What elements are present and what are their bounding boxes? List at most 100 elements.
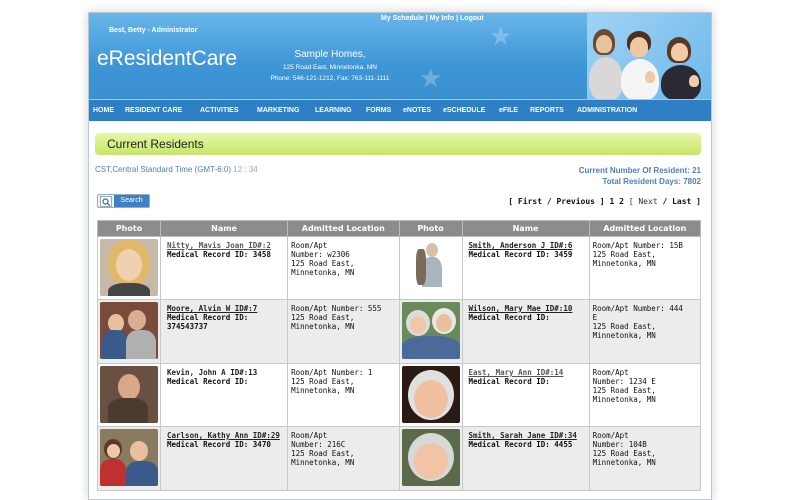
star-decoration-icon: ★ <box>489 21 513 51</box>
pagination: [ First / Previous ] 1 2 [ Next / Last ] <box>508 197 701 206</box>
table-row: Carlson, Kathy Ann ID#:29 Medical Record… <box>97 426 702 491</box>
nav-eschedule[interactable]: eSCHEDULE <box>443 107 485 114</box>
nav-administration[interactable]: ADMINISTRATION <box>577 107 637 114</box>
app-logo[interactable]: eResidentCare <box>97 47 237 71</box>
table-row: Kevin, John A ID#:13 Medical Record ID: … <box>97 363 702 427</box>
nav-activities[interactable]: ACTIVITIES <box>200 107 239 114</box>
location-line: 125 Road East, <box>291 377 355 386</box>
clock-text: 12 : 34 <box>233 165 258 174</box>
nav-forms[interactable]: FORMS <box>366 107 391 114</box>
photo-cell <box>97 363 161 427</box>
name-cell: Carlson, Kathy Ann ID#:29 Medical Record… <box>159 426 289 491</box>
search-icon <box>100 196 112 207</box>
table-row: Moore, Alvin W ID#:7 Medical Record ID: … <box>97 299 702 364</box>
my-info-link[interactable]: My Info <box>430 15 455 22</box>
residents-table: Photo Name Admitted Location Photo Name … <box>97 220 702 491</box>
location-line: Room/Apt Number: 15B <box>592 241 683 250</box>
location-line: Minnetonka, MN <box>291 458 355 467</box>
location-line: Minnetonka, MN <box>291 386 355 395</box>
col-admitted-location: Admitted Location <box>287 220 400 237</box>
name-cell: Wilson, Mary Mae ID#:10 Medical Record I… <box>461 299 590 364</box>
search-button-label: Search <box>114 195 149 207</box>
location-line: 125 Road East, <box>592 449 656 458</box>
col-admitted-location: Admitted Location <box>588 220 702 237</box>
resident-photo[interactable] <box>401 429 460 486</box>
logout-link[interactable]: Logout <box>460 15 484 22</box>
location-line: 125 Road East, <box>592 386 656 395</box>
location-line: Number: w2306 <box>291 250 350 259</box>
header-banner-photo <box>587 13 711 99</box>
medical-record-id: Medical Record ID: 3470 <box>167 440 271 449</box>
photo-cell <box>398 363 463 427</box>
location-line: Room/Apt Number: 444 <box>592 304 683 313</box>
top-links: My Schedule | My Info | Logout <box>381 15 484 22</box>
resident-name-link[interactable]: Smith, Sarah Jane ID#:34 <box>469 431 577 440</box>
photo-cell <box>398 426 463 491</box>
nav-marketing[interactable]: MARKETING <box>257 107 299 114</box>
photo-cell <box>398 236 463 300</box>
page-title-bar: Current Residents <box>95 133 701 155</box>
resident-photo[interactable] <box>401 302 460 359</box>
nav-home[interactable]: HOME <box>93 107 114 114</box>
name-cell: Smith, Sarah Jane ID#:34 Medical Record … <box>461 426 590 491</box>
last-link[interactable]: / Last ] <box>662 197 701 206</box>
search-button[interactable]: Search <box>97 194 150 208</box>
resident-photo[interactable] <box>100 429 158 486</box>
facility-phone: Phone: 546-121-1212, Fax: 763-111-1111 <box>270 75 390 82</box>
location-cell: Room/Apt Number: 555 125 Road East, Minn… <box>287 299 400 364</box>
photo-cell <box>398 299 463 364</box>
first-previous-link[interactable]: [ First / Previous ] <box>508 197 604 206</box>
location-line: Minnetonka, MN <box>592 259 656 268</box>
resident-photo[interactable] <box>100 302 158 359</box>
nav-enotes[interactable]: eNOTES <box>403 107 431 114</box>
table-header-row: Photo Name Admitted Location Photo Name … <box>97 220 702 237</box>
resident-name-link[interactable]: Kevin, John A ID#:13 <box>167 368 257 377</box>
facility-address: 125 Road East, Minnetonka, MN <box>283 64 377 71</box>
next-link[interactable]: [ Next <box>629 197 658 206</box>
resident-photo[interactable] <box>401 239 460 296</box>
location-line: Room/Apt Number: 555 <box>291 304 382 313</box>
current-resident-count: Current Number Of Resident: 21 <box>578 166 701 175</box>
star-decoration-icon: ★ <box>419 63 443 93</box>
location-line: E <box>592 313 598 322</box>
nav-learning[interactable]: LEARNING <box>315 107 352 114</box>
resident-name-link[interactable]: Nitty, Mavis Joan ID#:2 <box>167 241 271 250</box>
medical-record-id: Medical Record ID: <box>468 377 550 386</box>
page-numbers[interactable]: 1 2 <box>609 197 623 206</box>
location-cell: Room/Apt Number: 15B 125 Road East, Minn… <box>588 236 702 300</box>
col-photo: Photo <box>398 220 463 237</box>
medical-record-id: Medical Record ID: 3458 <box>167 250 271 259</box>
name-cell: Kevin, John A ID#:13 Medical Record ID: <box>159 363 289 427</box>
resident-photo[interactable] <box>401 366 460 423</box>
location-line: Minnetonka, MN <box>291 322 355 331</box>
timezone-text: CST,Central Standard Time (GMT-6:0) <box>95 165 232 174</box>
location-cell: Room/Apt Number: 104B 125 Road East, Min… <box>588 426 702 491</box>
location-cell: Room/Apt Number: 1 125 Road East, Minnet… <box>287 363 400 427</box>
resident-name-link[interactable]: East, Mary Ann ID#:14 <box>469 368 564 377</box>
link-separator: | <box>456 15 459 22</box>
total-resident-days: Total Resident Days: 7802 <box>602 177 701 186</box>
my-schedule-link[interactable]: My Schedule <box>381 15 424 22</box>
nav-reports[interactable]: REPORTS <box>530 107 564 114</box>
col-name: Name <box>159 220 289 237</box>
location-line: 125 Road East, <box>291 313 355 322</box>
resident-photo[interactable] <box>100 366 158 423</box>
location-line: Room/Apt Number: 1 <box>291 368 373 377</box>
location-line: Room/Apt <box>291 241 328 250</box>
resident-name-link[interactable]: Moore, Alvin W ID#:7 <box>167 304 257 313</box>
resident-name-link[interactable]: Carlson, Kathy Ann ID#:29 <box>167 431 280 440</box>
medical-record-id: Medical Record ID: 374543737 <box>167 313 249 331</box>
col-photo: Photo <box>97 220 161 237</box>
nav-efile[interactable]: eFILE <box>499 107 518 114</box>
nav-resident-care[interactable]: RESIDENT CARE <box>125 107 182 114</box>
photo-cell <box>97 299 161 364</box>
location-line: Minnetonka, MN <box>291 268 355 277</box>
resident-photo[interactable] <box>100 239 158 296</box>
location-line: Minnetonka, MN <box>592 395 656 404</box>
name-cell: East, Mary Ann ID#:14 Medical Record ID: <box>461 363 590 427</box>
facility-info: Sample Homes, 125 Road East, Minnetonka,… <box>265 49 395 82</box>
location-cell: Room/Apt Number: 1234 E 125 Road East, M… <box>588 363 702 427</box>
photo-cell <box>97 426 161 491</box>
resident-name-link[interactable]: Wilson, Mary Mae ID#:10 <box>469 304 573 313</box>
resident-name-link[interactable]: Smith, Anderson J ID#:6 <box>469 241 573 250</box>
